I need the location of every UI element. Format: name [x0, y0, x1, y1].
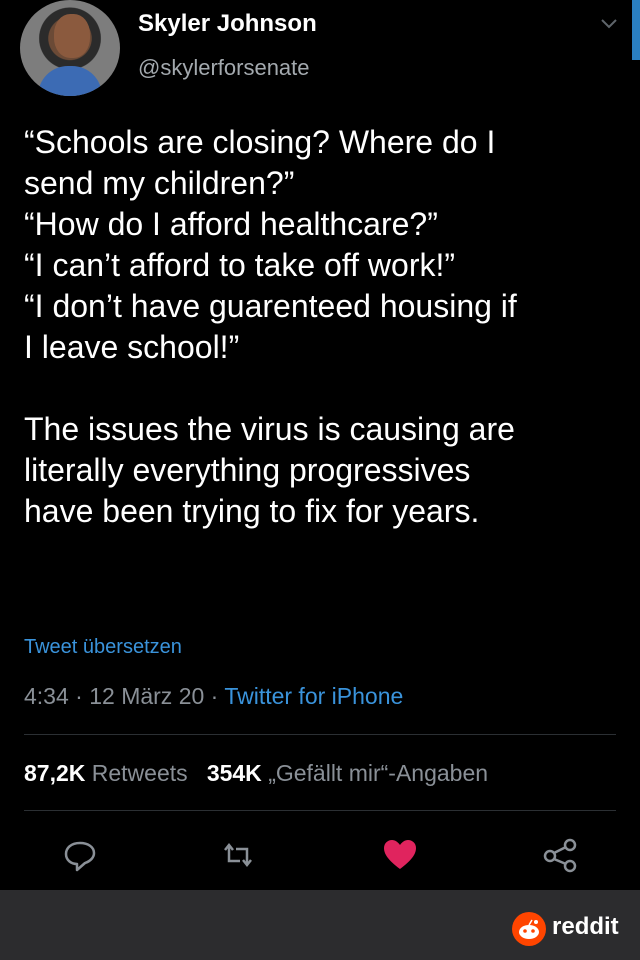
action-bar [0, 835, 640, 879]
tweet-meta: 4:34 · 12 März 20 · Twitter for iPhone [24, 683, 403, 710]
likes-label[interactable]: „Gefällt mir“-Angaben [268, 760, 488, 786]
tweet-time: 4:34 [24, 683, 69, 709]
meta-separator: · [68, 683, 90, 709]
avatar-face [54, 14, 90, 58]
tweet-stats: 87,2K Retweets 354K „Gefällt mir“-Angabe… [24, 760, 488, 787]
reddit-wordmark: reddit [552, 913, 619, 940]
chevron-down-icon[interactable] [598, 12, 620, 34]
avatar[interactable] [20, 0, 120, 96]
divider [24, 810, 616, 811]
tweet-card: Skyler Johnson @skylerforsenate “Schools… [0, 0, 640, 890]
like-icon[interactable] [380, 835, 420, 875]
likes-count[interactable]: 354K [207, 760, 262, 786]
tweet-text: “Schools are closing? Where do I send my… [24, 124, 517, 529]
reply-icon[interactable] [60, 835, 100, 875]
retweets-count[interactable]: 87,2K [24, 760, 85, 786]
translate-link[interactable]: Tweet übersetzen [24, 636, 182, 659]
divider [24, 734, 616, 735]
retweet-icon[interactable] [218, 835, 258, 875]
retweets-label[interactable]: Retweets [92, 760, 188, 786]
share-icon[interactable] [540, 835, 580, 875]
avatar-shirt [38, 66, 102, 96]
tweet-date: 12 März 20 [89, 683, 205, 709]
user-handle[interactable]: @skylerforsenate [138, 55, 310, 81]
reddit-logo-icon [512, 912, 546, 946]
meta-separator: · [204, 683, 225, 709]
scroll-indicator [632, 0, 640, 60]
user-name[interactable]: Skyler Johnson [138, 10, 317, 38]
tweet-source-link[interactable]: Twitter for iPhone [224, 683, 403, 709]
